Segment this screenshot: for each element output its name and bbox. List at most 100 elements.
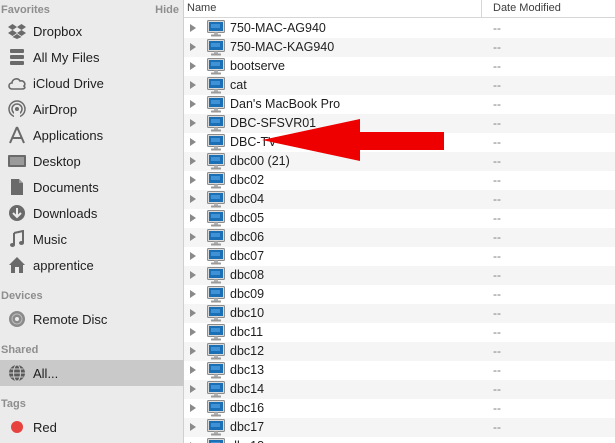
sidebar-item-label: AirDrop [33,101,78,117]
row-name: Dan's MacBook Pro [230,97,341,111]
disclosure-triangle-icon[interactable] [190,385,196,393]
row-name: dbc17 [230,420,265,434]
sidebar-item-dropbox[interactable]: Dropbox [0,18,184,44]
table-row[interactable]: dbc14 -- [184,380,615,399]
table-row[interactable]: dbc13 -- [184,361,615,380]
table-row[interactable]: dbc02 -- [184,171,615,190]
table-row[interactable]: 750-MAC-KAG940 -- [184,38,615,57]
sidebar-item-all-my-files[interactable]: All My Files [0,44,184,70]
table-row[interactable]: dbc16 -- [184,399,615,418]
disclosure-triangle-icon[interactable] [190,290,196,298]
name-column-header[interactable]: Name [187,0,216,17]
row-date-modified: -- [493,230,501,244]
network-globe-icon [7,363,27,383]
table-row[interactable]: dbc17 -- [184,418,615,437]
table-row[interactable]: dbc12 -- [184,342,615,361]
sidebar-item-label: Desktop [33,153,81,169]
airdrop-icon [7,99,27,119]
sidebar-item-label: Downloads [33,205,98,221]
sidebar-item-apprentice[interactable]: apprentice [0,252,184,278]
table-row[interactable]: bootserve -- [184,57,615,76]
network-computer-icon [207,39,225,56]
disclosure-triangle-icon[interactable] [190,271,196,279]
disclosure-triangle-icon[interactable] [190,366,196,374]
table-row[interactable]: dbc04 -- [184,190,615,209]
table-row[interactable]: dbc05 -- [184,209,615,228]
table-row[interactable]: dbc06 -- [184,228,615,247]
network-computer-icon [207,362,225,379]
network-computer-icon [207,210,225,227]
row-date-modified: -- [493,306,501,320]
downloads-icon [7,203,27,223]
sidebar-item-icloud-drive[interactable]: iCloud Drive [0,70,184,96]
table-row[interactable]: dbc08 -- [184,266,615,285]
network-computer-icon [207,419,225,436]
network-computer-icon [207,115,225,132]
disclosure-triangle-icon[interactable] [190,24,196,32]
network-computer-icon [207,286,225,303]
hide-favorites-button[interactable]: Hide [155,0,179,20]
disclosure-triangle-icon[interactable] [190,119,196,127]
row-date-modified: -- [493,135,501,149]
disclosure-triangle-icon[interactable] [190,138,196,146]
row-name: dbc10 [230,306,265,320]
row-name: dbc05 [230,211,265,225]
shared-section-header: Shared [1,344,39,356]
row-date-modified: -- [493,420,501,434]
row-date-modified: -- [493,249,501,263]
disclosure-triangle-icon[interactable] [190,404,196,412]
table-row[interactable]: dbc18 [184,437,615,443]
table-row[interactable]: dbc11 -- [184,323,615,342]
disclosure-triangle-icon[interactable] [190,309,196,317]
table-row[interactable]: 750-MAC-AG940 -- [184,19,615,38]
row-date-modified: -- [493,40,501,54]
disclosure-triangle-icon[interactable] [190,81,196,89]
table-row[interactable]: dbc07 -- [184,247,615,266]
disclosure-triangle-icon[interactable] [190,176,196,184]
row-name: dbc04 [230,192,265,206]
remote-disc-icon [7,309,27,329]
network-computer-icon [207,305,225,322]
red-tag-dot-icon [7,417,27,437]
row-date-modified: -- [493,211,501,225]
table-row[interactable]: dbc09 -- [184,285,615,304]
table-row[interactable]: cat -- [184,76,615,95]
sidebar-item-label: Music [33,231,67,247]
row-date-modified: -- [493,78,501,92]
sidebar-item-applications[interactable]: Applications [0,122,184,148]
disclosure-triangle-icon[interactable] [190,214,196,222]
disclosure-triangle-icon[interactable] [190,252,196,260]
sidebar-item-music[interactable]: Music [0,226,184,252]
disclosure-triangle-icon[interactable] [190,195,196,203]
sidebar-item-airdrop[interactable]: AirDrop [0,96,184,122]
documents-icon [7,177,27,197]
music-icon [7,229,27,249]
disclosure-triangle-icon[interactable] [190,43,196,51]
disclosure-triangle-icon[interactable] [190,100,196,108]
sidebar-item-downloads[interactable]: Downloads [0,200,184,226]
sidebar-item-remote-disc[interactable]: Remote Disc [0,306,184,332]
disclosure-triangle-icon[interactable] [190,423,196,431]
sidebar-item-label: Applications [33,127,104,143]
network-computer-icon [207,324,225,341]
table-row[interactable]: dbc10 -- [184,304,615,323]
sidebar-item-desktop[interactable]: Desktop [0,148,184,174]
disclosure-triangle-icon[interactable] [190,328,196,336]
disclosure-triangle-icon[interactable] [190,157,196,165]
disclosure-triangle-icon[interactable] [190,233,196,241]
sidebar-item-shared-all[interactable]: All... [0,360,184,386]
disclosure-triangle-icon[interactable] [190,62,196,70]
tags-section-header: Tags [1,398,26,410]
table-row[interactable]: Dan's MacBook Pro -- [184,95,615,114]
row-date-modified: -- [493,59,501,73]
finder-sidebar: Favorites Hide Dropbox All My Files iClo… [0,0,184,443]
sidebar-item-documents[interactable]: Documents [0,174,184,200]
row-name: dbc13 [230,363,265,377]
date-modified-column-header[interactable]: Date Modified [493,0,561,17]
sidebar-item-label: iCloud Drive [33,75,104,91]
disclosure-triangle-icon[interactable] [190,347,196,355]
column-divider[interactable] [481,0,482,18]
sidebar-item-tag-red[interactable]: Red [0,414,184,440]
row-name: dbc06 [230,230,265,244]
network-computer-icon [207,267,225,284]
